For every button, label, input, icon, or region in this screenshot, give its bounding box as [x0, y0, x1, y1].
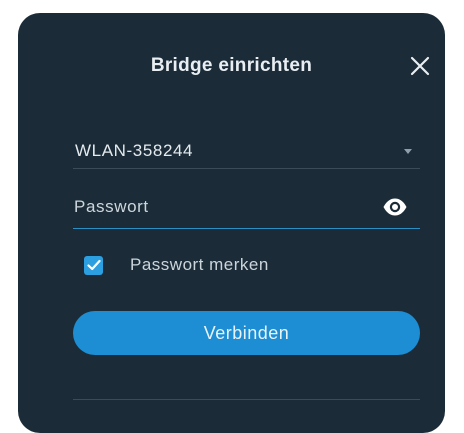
- wifi-network-value: WLAN-358244: [75, 141, 194, 160]
- password-field-container: [73, 192, 420, 229]
- divider: [73, 399, 420, 400]
- close-icon[interactable]: [409, 55, 431, 77]
- password-field[interactable]: [73, 192, 364, 222]
- checkmark-icon: [86, 259, 101, 271]
- remember-password-label: Passwort merken: [130, 255, 269, 274]
- eye-icon[interactable]: [382, 197, 408, 217]
- dialog-title: Bridge einrichten: [150, 55, 313, 76]
- wifi-network-select[interactable]: WLAN-358244: [73, 139, 420, 169]
- remember-password-checkbox[interactable]: [84, 255, 103, 275]
- chevron-down-icon[interactable]: [404, 149, 412, 154]
- connect-button[interactable]: Verbinden: [73, 311, 420, 355]
- bridge-setup-dialog: Bridge einrichten WLAN-358244 Passwort m…: [18, 13, 445, 433]
- remember-password-option[interactable]: Passwort merken: [84, 253, 269, 277]
